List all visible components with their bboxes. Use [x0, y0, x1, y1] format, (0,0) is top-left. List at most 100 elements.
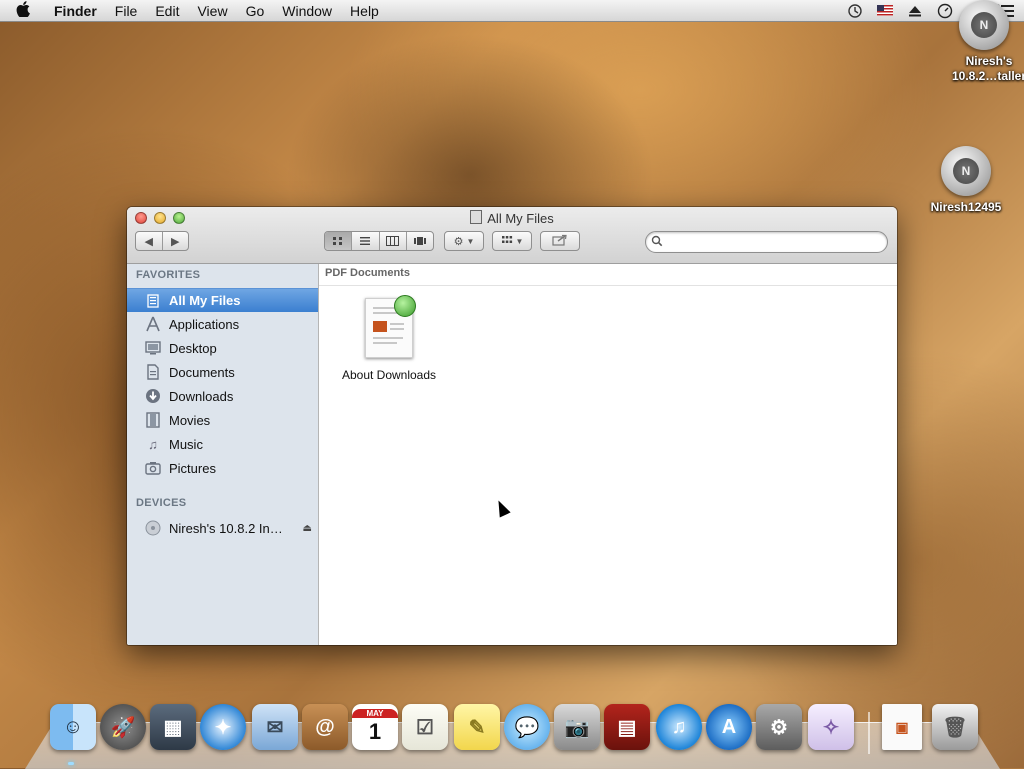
all-my-files-icon [145, 293, 161, 309]
sidebar-item-all-my-files[interactable]: All My Files [127, 288, 318, 312]
sidebar-item-label: Documents [169, 364, 235, 380]
dock-installer-icon[interactable]: ✧ [808, 704, 854, 750]
eject-icon[interactable] [906, 3, 924, 19]
devices-header: DEVICES [136, 497, 187, 509]
sidebar-item-label: Applications [169, 316, 240, 332]
dock-calendar-icon[interactable]: MAY 1 [352, 704, 398, 750]
chevron-down-icon: ▼ [466, 236, 475, 246]
arrange-grid-icon [501, 235, 513, 248]
dock-finder-icon[interactable]: ☺ [50, 704, 96, 750]
file-label: About Downloads [341, 368, 437, 382]
disk-icon: N [941, 146, 991, 196]
apple-menu-icon[interactable] [0, 0, 46, 21]
dock-notes-icon[interactable]: ✎ [454, 704, 500, 750]
icon-view-button[interactable] [325, 232, 353, 250]
calendar-day: 1 [368, 718, 382, 744]
menu-view[interactable]: View [188, 3, 236, 19]
favorites-header: FAVORITES [136, 269, 201, 281]
search-icon [651, 235, 663, 247]
desktop-icon [145, 340, 161, 356]
dock-app-store-icon[interactable]: A [706, 704, 752, 750]
chevron-down-icon: ▼ [515, 236, 524, 246]
view-mode-control [324, 231, 434, 251]
dock-launchpad-icon[interactable]: 🚀 [100, 704, 146, 750]
finder-running-indicator [68, 762, 74, 765]
us-flag-icon[interactable] [876, 3, 894, 19]
sidebar-item-documents[interactable]: Documents [127, 360, 318, 384]
pdf-icon [365, 295, 416, 358]
sidebar-item-label: Pictures [169, 460, 216, 476]
music-icon: ♫ [148, 436, 158, 452]
sidebar-item-applications[interactable]: Applications [127, 312, 318, 336]
window-title: All My Files [487, 211, 554, 226]
dock-mail-icon[interactable]: ✉ [252, 704, 298, 750]
file-browser: PDF Documents About Downloads [319, 264, 897, 645]
share-icon [552, 234, 568, 249]
trash-icon[interactable]: 🗑 [932, 704, 978, 750]
desktop-icon-label: Niresh's 10.8.2…taller [951, 54, 1024, 83]
arrange-button[interactable]: ▼ [492, 231, 532, 251]
dock-reminders-icon[interactable]: ☑ [402, 704, 448, 750]
sidebar: FAVORITES All My Files Applications Desk… [127, 264, 319, 645]
time-machine-icon[interactable] [846, 3, 864, 19]
desktop-icon-installer[interactable]: N Niresh's 10.8.2…taller [934, 0, 1024, 84]
desktop-icon-niresh[interactable]: N Niresh12495 [916, 146, 1016, 215]
menu-app-finder[interactable]: Finder [46, 3, 106, 19]
window-title-container: All My Files [127, 210, 897, 226]
list-view-button[interactable] [352, 232, 380, 250]
installer-disk-icon: N [959, 0, 1009, 50]
menu-window[interactable]: Window [273, 3, 341, 19]
back-forward-control: ◀ ▶ [135, 231, 189, 251]
menu-help[interactable]: Help [341, 3, 388, 19]
sidebar-item-downloads[interactable]: Downloads [127, 384, 318, 408]
dock-photo-browser-icon[interactable]: ▦ [150, 704, 196, 750]
dock-itunes-icon[interactable]: ♫ [656, 704, 702, 750]
action-button[interactable]: ⚙ ▼ [444, 231, 484, 251]
sidebar-item-label: Music [169, 436, 203, 452]
sidebar-item-label: Movies [169, 412, 211, 428]
menu-go[interactable]: Go [237, 3, 274, 19]
dock-system-preferences-icon[interactable]: ⚙ [756, 704, 802, 750]
cover-flow-button[interactable] [407, 232, 433, 250]
finder-window: All My Files ◀ ▶ ⚙ ▼ ▼ FAVORITES All My … [127, 207, 897, 645]
sidebar-item-desktop[interactable]: Desktop [127, 336, 318, 360]
dock-photo-booth-icon[interactable]: ▤ [604, 704, 650, 750]
menu-file[interactable]: File [106, 3, 147, 19]
movies-icon [145, 412, 161, 428]
forward-button[interactable]: ▶ [163, 232, 189, 250]
dock-contacts-icon[interactable]: @ [302, 704, 348, 750]
menu-bar: Finder File Edit View Go Window Help [0, 0, 1024, 22]
sidebar-item-label: Downloads [169, 388, 234, 404]
eject-icon[interactable]: ⏏ [303, 523, 312, 534]
applications-icon [145, 316, 161, 332]
desktop-icon-label: Niresh12495 [930, 200, 1002, 214]
sidebar-item-movies[interactable]: Movies [127, 408, 318, 432]
column-view-button[interactable] [380, 232, 407, 250]
sidebar-item-label: All My Files [169, 293, 241, 308]
window-toolbar: All My Files ◀ ▶ ⚙ ▼ ▼ [127, 207, 897, 264]
dock-safari-icon[interactable]: ✦ [200, 704, 246, 750]
sidebar-item-music[interactable]: ♫ Music [127, 432, 318, 456]
documents-icon [145, 364, 161, 380]
file-item[interactable]: About Downloads [329, 295, 449, 382]
back-button[interactable]: ◀ [136, 232, 163, 250]
all-my-files-title-icon [470, 210, 483, 224]
calendar-month: MAY [352, 708, 398, 718]
gear-icon: ⚙ [453, 235, 464, 248]
pictures-icon [145, 460, 161, 476]
group-header: PDF Documents [319, 264, 897, 286]
downloads-icon [145, 388, 161, 404]
disk-icon [145, 520, 161, 536]
dock-facetime-icon[interactable]: 📷 [554, 704, 600, 750]
dock-pdf-document-icon[interactable]: ▣ [882, 704, 922, 750]
dock: ☺ 🚀 ▦ ✦ ✉ @ MAY 1 ☑ ✎ 💬 📷 ▤ ♫ A ⚙ ✧ ▣ 🗑 [0, 704, 1024, 760]
menu-edit[interactable]: Edit [146, 3, 188, 19]
share-button[interactable] [540, 231, 580, 251]
sidebar-item-label: Desktop [169, 340, 217, 356]
dock-separator [868, 712, 870, 754]
search-input[interactable] [645, 231, 888, 253]
sidebar-item-label: Niresh's 10.8.2 In… [169, 520, 283, 536]
sidebar-item-niresh-disk[interactable]: Niresh's 10.8.2 In… ⏏ [127, 516, 318, 540]
sidebar-item-pictures[interactable]: Pictures [127, 456, 318, 480]
dock-messages-icon[interactable]: 💬 [504, 704, 550, 750]
